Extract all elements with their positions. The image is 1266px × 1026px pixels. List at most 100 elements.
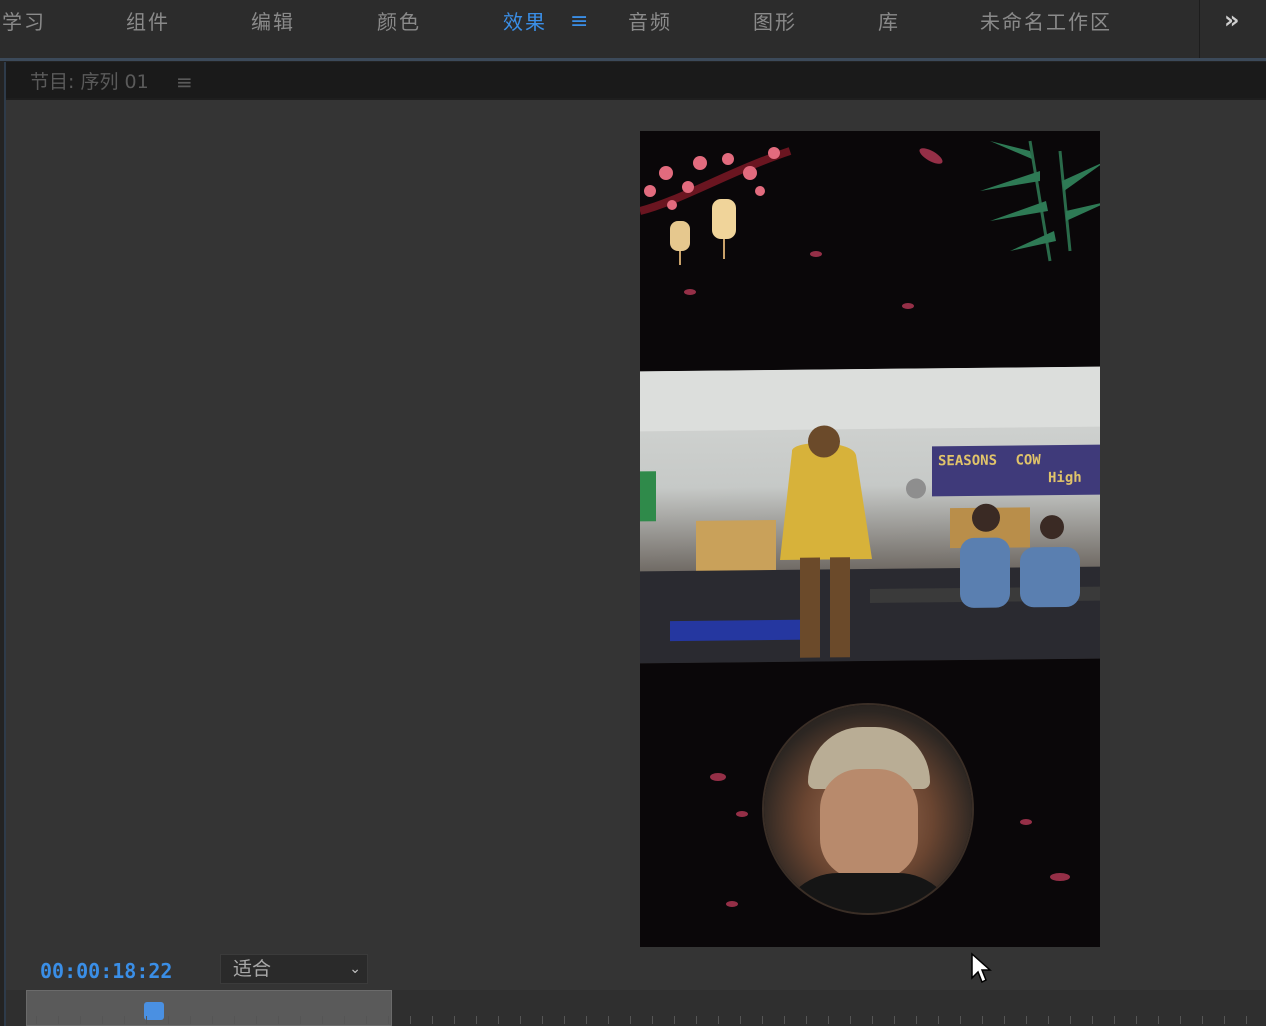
ruler-tick xyxy=(1158,1016,1159,1024)
mini-timeline[interactable] xyxy=(6,990,1266,1026)
ruler-tick xyxy=(1224,1016,1225,1024)
ruler-tick xyxy=(168,1016,169,1024)
ruler-tick xyxy=(828,1016,829,1024)
video-frame[interactable]: SEASONS COW High xyxy=(640,131,1100,947)
ruler-tick xyxy=(1004,1016,1005,1024)
ruler-tick xyxy=(146,1016,147,1024)
ruler-tick xyxy=(542,1016,543,1024)
petal-decoration xyxy=(736,811,748,817)
ruler-tick xyxy=(1048,1016,1049,1024)
cafeteria-scene-icon xyxy=(640,366,1100,664)
ruler-tick xyxy=(80,1016,81,1024)
sign-line-2: COW xyxy=(1015,452,1041,469)
ruler-tick xyxy=(1070,1016,1071,1024)
mouse-cursor-icon xyxy=(971,952,992,984)
zoom-fit-dropdown[interactable]: 适合 ⌄ xyxy=(220,954,368,984)
workspace-menu-icon[interactable]: ≡ xyxy=(570,8,588,36)
ruler-tick xyxy=(190,1016,191,1024)
ruler-tick xyxy=(300,1016,301,1024)
petal-decoration xyxy=(684,289,696,295)
ruler-tick xyxy=(454,1016,455,1024)
ruler-tick xyxy=(1180,1016,1181,1024)
petal-decoration xyxy=(1020,819,1032,825)
ruler-tick xyxy=(718,1016,719,1024)
program-monitor-panel: 节目: 序列 01 ≡ SEASONS COW High 00:00:18:22… xyxy=(4,62,1266,1026)
ruler-tick xyxy=(212,1016,213,1024)
ruler-tick xyxy=(1202,1016,1203,1024)
cafeteria-sign: SEASONS COW High xyxy=(932,444,1100,497)
ruler-tick xyxy=(234,1016,235,1024)
petal-decoration xyxy=(726,901,738,907)
zoom-fit-value: 适合 xyxy=(233,958,272,980)
ruler-tick xyxy=(256,1016,257,1024)
ruler-tick xyxy=(608,1016,609,1024)
ruler-tick xyxy=(388,1016,389,1024)
ruler-tick xyxy=(410,1016,411,1024)
ruler-tick xyxy=(476,1016,477,1024)
ruler-tick xyxy=(278,1016,279,1024)
ruler-tick xyxy=(124,1016,125,1024)
ruler-tick xyxy=(1246,1016,1247,1024)
ruler-tick xyxy=(344,1016,345,1024)
workspace-tab-editing[interactable]: 编辑 xyxy=(251,8,295,36)
ruler-tick xyxy=(102,1016,103,1024)
ruler-tick xyxy=(36,1016,37,1024)
workspace-tab-audio[interactable]: 音频 xyxy=(628,8,672,36)
more-workspaces-icon[interactable]: » xyxy=(1224,6,1240,34)
ruler-tick xyxy=(938,1016,939,1024)
webcam-overlay xyxy=(764,705,972,913)
program-viewer[interactable]: SEASONS COW High 00:00:18:22 适合 ⌄ xyxy=(6,100,1266,1026)
panel-title[interactable]: 节目: 序列 01 xyxy=(30,70,149,94)
ruler-tick xyxy=(322,1016,323,1024)
ruler-tick xyxy=(806,1016,807,1024)
sign-line-1: SEASONS xyxy=(938,452,998,470)
workspace-tab-graphics[interactable]: 图形 xyxy=(753,8,797,36)
ruler-tick xyxy=(696,1016,697,1024)
playhead-timecode[interactable]: 00:00:18:22 xyxy=(40,958,172,984)
workspace-tab-effects[interactable]: 效果 xyxy=(503,8,547,36)
panel-focus-outline xyxy=(0,58,1266,61)
ruler-tick xyxy=(982,1016,983,1024)
ruler-tick xyxy=(58,1016,59,1024)
ruler-tick xyxy=(564,1016,565,1024)
panel-menu-icon[interactable]: ≡ xyxy=(176,70,193,94)
video-scene: SEASONS COW High xyxy=(640,366,1100,664)
ruler-tick xyxy=(652,1016,653,1024)
workspace-divider xyxy=(1199,0,1200,58)
workspace-tab-color[interactable]: 颜色 xyxy=(377,8,421,36)
ruler-tick xyxy=(740,1016,741,1024)
workspace-tab-libraries[interactable]: 库 xyxy=(878,8,900,36)
panel-header: 节目: 序列 01 ≡ xyxy=(6,62,1266,98)
ruler-tick xyxy=(586,1016,587,1024)
workspace-tab-assembly[interactable]: 组件 xyxy=(126,8,170,36)
ruler-tick xyxy=(894,1016,895,1024)
workspace-bar: 学习 组件 编辑 颜色 效果 ≡ 音频 图形 库 未命名工作区 » xyxy=(0,0,1266,58)
ruler-tick xyxy=(1114,1016,1115,1024)
ruler-tick xyxy=(520,1016,521,1024)
petal-decoration xyxy=(1050,873,1070,881)
ruler-tick xyxy=(850,1016,851,1024)
ruler-tick xyxy=(432,1016,433,1024)
sign-line-3: High xyxy=(1048,469,1082,487)
workspace-tab-untitled[interactable]: 未命名工作区 xyxy=(980,8,1112,36)
bamboo-decoration-icon xyxy=(980,140,1100,262)
ruler-tick xyxy=(498,1016,499,1024)
ruler-tick xyxy=(366,1016,367,1024)
ruler-tick xyxy=(916,1016,917,1024)
ruler-tick xyxy=(1092,1016,1093,1024)
ruler-tick xyxy=(630,1016,631,1024)
ruler-tick xyxy=(1136,1016,1137,1024)
playhead-handle[interactable] xyxy=(144,1002,164,1020)
chevron-down-icon: ⌄ xyxy=(349,961,361,977)
petal-decoration xyxy=(902,303,914,309)
ruler-tick xyxy=(784,1016,785,1024)
ruler-tick xyxy=(762,1016,763,1024)
petal-decoration xyxy=(810,251,822,257)
workspace-tab-learn[interactable]: 学习 xyxy=(2,8,46,36)
shirt-shape xyxy=(778,873,958,913)
ruler-tick xyxy=(674,1016,675,1024)
ruler-tick xyxy=(872,1016,873,1024)
face-shape xyxy=(820,769,918,879)
ruler-tick xyxy=(1026,1016,1027,1024)
petal-decoration xyxy=(710,773,726,781)
